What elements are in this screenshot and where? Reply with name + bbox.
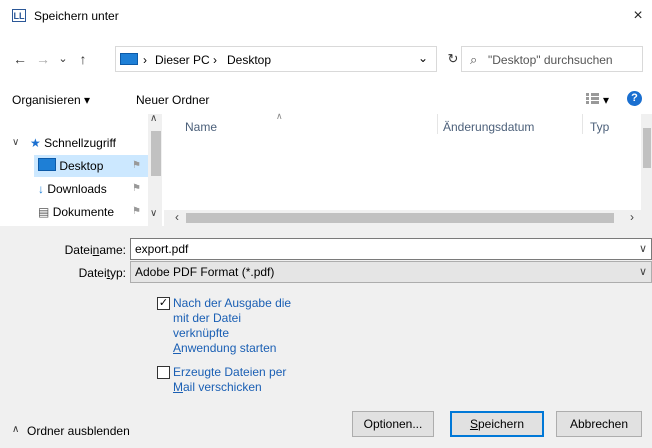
sidebar-item-label: Dokumente <box>52 205 115 219</box>
search-box[interactable]: ⌕ "Desktop" durchsuchen <box>461 46 643 72</box>
scroll-left-icon[interactable]: ‹ <box>175 210 179 224</box>
document-icon: ▤ <box>38 205 50 219</box>
app-icon: LL <box>12 9 26 22</box>
sidebar-item-documents[interactable]: ▤ Dokumente ⚑ <box>38 201 153 223</box>
send-mail-checkbox[interactable] <box>157 366 170 379</box>
view-dropdown-button[interactable]: ▾ <box>603 93 609 107</box>
address-dropdown-icon[interactable]: ⌄ <box>418 51 428 65</box>
breadcrumb-this-pc[interactable]: Dieser PC <box>155 53 210 67</box>
column-header-date[interactable]: Änderungsdatum <box>443 120 534 134</box>
chevron-down-icon[interactable]: ∨ <box>639 262 647 282</box>
file-list-hscroll-thumb[interactable] <box>186 213 614 223</box>
sidebar-scroll-thumb[interactable] <box>151 131 161 176</box>
save-button[interactable]: Speichern <box>450 411 544 437</box>
search-input[interactable]: "Desktop" durchsuchen <box>488 53 613 67</box>
address-bar[interactable]: › Dieser PC › Desktop ⌄ <box>115 46 437 72</box>
sort-indicator-icon: ∧ <box>276 111 283 121</box>
scroll-right-icon[interactable]: › <box>630 210 634 224</box>
help-icon[interactable]: ? <box>627 91 642 106</box>
open-after-output-label[interactable]: Nach der Ausgabe die mit der Datei verkn… <box>173 296 291 356</box>
column-separator[interactable] <box>437 114 438 134</box>
scroll-up-icon[interactable]: ∧ <box>150 113 157 124</box>
filetype-label: Dateityp: <box>78 266 126 280</box>
breadcrumb-desktop[interactable]: Desktop <box>227 53 271 67</box>
file-list-vscroll-thumb[interactable] <box>643 128 651 168</box>
cancel-button[interactable]: Abbrechen <box>556 411 642 437</box>
pin-icon: ⚑ <box>132 183 141 194</box>
sidebar-item-downloads[interactable]: ↓ Downloads ⚑ <box>38 178 153 200</box>
send-mail-label[interactable]: Erzeugte Dateien per Mail verschicken <box>173 365 286 395</box>
filename-input[interactable]: export.pdf ∨ <box>130 238 652 260</box>
hide-folders-button[interactable]: Ordner ausblenden <box>27 424 130 438</box>
filename-label: Dateiname: <box>64 243 126 257</box>
search-icon: ⌕ <box>470 52 478 67</box>
computer-icon <box>120 53 138 65</box>
forward-button[interactable]: → <box>35 50 51 68</box>
chevron-down-icon[interactable]: ∨ <box>639 239 647 259</box>
desktop-icon <box>38 158 56 171</box>
organize-button[interactable]: Organisieren ▾ <box>12 93 90 107</box>
pin-icon: ⚑ <box>132 160 141 171</box>
back-button[interactable]: ← <box>12 50 28 68</box>
toolbar <box>0 84 652 114</box>
column-header-type[interactable]: Typ <box>590 120 609 134</box>
breadcrumb-separator: › <box>213 53 217 67</box>
view-options-icon[interactable] <box>586 93 599 104</box>
filetype-select[interactable]: Adobe PDF Format (*.pdf) ∨ <box>130 261 652 283</box>
download-icon: ↓ <box>38 182 44 196</box>
open-after-output-checkbox[interactable]: ✓ <box>157 297 170 310</box>
column-header-name[interactable]: Name <box>185 120 217 134</box>
breadcrumb-separator: › <box>143 53 147 67</box>
new-folder-button[interactable]: Neuer Ordner <box>136 93 209 107</box>
pin-icon: ⚑ <box>132 206 141 217</box>
expand-chevron-icon[interactable]: ∨ <box>12 137 19 148</box>
up-button[interactable]: ↑ <box>75 50 91 68</box>
column-separator[interactable] <box>582 114 583 134</box>
scroll-down-icon[interactable]: ∨ <box>150 208 157 219</box>
sidebar-item-desktop[interactable]: Desktop ⚑ <box>34 155 149 177</box>
window-title: Speichern unter <box>34 9 119 23</box>
options-button[interactable]: Optionen... <box>352 411 434 437</box>
recent-locations-button[interactable]: ⌄ <box>55 50 71 68</box>
sidebar-item-quick-access[interactable]: ★ Schnellzugriff <box>30 132 145 154</box>
sidebar-item-label: Downloads <box>47 182 107 196</box>
star-icon: ★ <box>30 136 41 150</box>
chevron-up-icon[interactable]: ∧ <box>12 424 19 435</box>
sidebar-item-label: Desktop <box>59 159 104 173</box>
close-button[interactable]: × <box>628 6 648 26</box>
sidebar-item-label: Schnellzugriff <box>44 136 116 150</box>
